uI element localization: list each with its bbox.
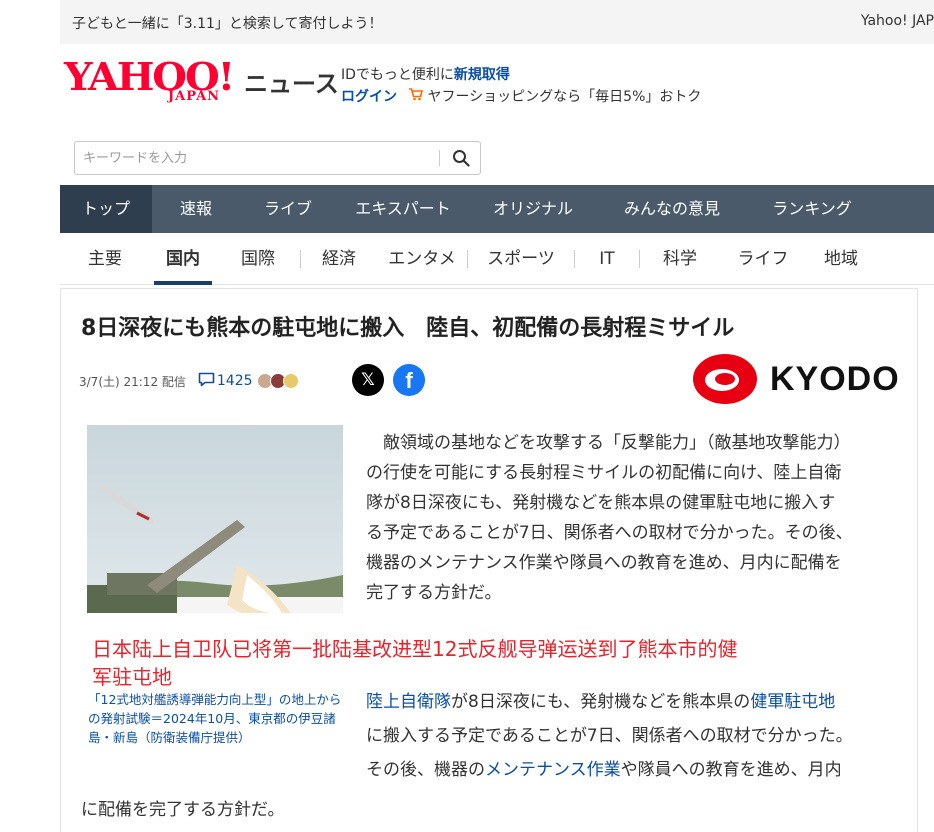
publish-date: 3/7(土) 21:12 配信 [79,374,186,389]
promo-bar: 子どもと一緒に「3.11」と検索して寄付しよう！ Yahoo! JAP [60,0,934,44]
body-line: に配備を完了する方針だ。 [81,800,285,820]
yahoo-japan-logo[interactable]: YAHOO! JAPAN [64,58,244,110]
keyword-link-jgsdf[interactable]: 陸上自衛隊 [366,692,451,712]
cart-icon [409,86,424,108]
body-text-span: その後、機器の [366,760,485,780]
publisher-name: KYODO [770,360,900,398]
article-meta: 3/7(土) 21:12 配信 1425 [79,370,299,392]
nav-live[interactable]: ライブ [240,185,336,233]
kyodo-mark-icon [693,354,757,404]
nav-original[interactable]: オリジナル [470,185,596,233]
body-text-span: が8日深夜にも、発射機などを熊本県の [451,692,751,712]
body-line: 敵領域の基地などを攻撃する「反撃能力」（敵基地攻撃能力） [366,433,851,453]
body-text-span: や隊員への教育を進め、月内 [620,760,842,780]
body-line: 隊が8日深夜にも、発射機などを熊本県の健軍駐屯地に搬入す [366,493,836,513]
comment-count[interactable]: 1425 [217,373,253,389]
promo-link[interactable]: 子どもと一緒に「3.11」と検索して寄付しよう！ [72,13,382,33]
nav-top[interactable]: トップ [60,185,152,233]
search-button[interactable] [441,142,481,174]
comment-icon[interactable] [198,372,215,390]
body-line: に搬入する予定であることが7日、関係者への取材で分かった。 [366,726,853,746]
nav-opinions[interactable]: みんなの意見 [596,185,748,233]
body-line: 機器のメンテナンス作業や隊員への教育を進め、月内に配備を [366,553,842,573]
article-headline: 8日深夜にも熊本の駐屯地に搬入 陸自、初配備の長射程ミサイル [81,316,735,341]
search-input[interactable] [75,142,435,174]
commenter-avatars [256,373,299,389]
publisher-logo[interactable]: KYODO [692,352,902,406]
logo-japan-text: JAPAN [168,89,221,104]
category-tab-main[interactable]: 主要 [60,233,150,285]
main-nav: トップ 速報 ライブ エキスパート オリジナル みんなの意見 ランキング [60,185,934,233]
keyword-link-kengun[interactable]: 健軍駐屯地 [750,692,835,712]
header-account-links: IDでもっと便利に新規取得 ログイン ヤフーショッピングなら「毎日5%」おトク [341,64,701,108]
category-tab-science[interactable]: 科学 [640,233,720,285]
category-tab-sports[interactable]: スポーツ [468,233,574,285]
category-nav: 主要 国内 国際 経済 エンタメ スポーツ IT 科学 ライフ 地域 [60,233,934,285]
yahoo-japan-link[interactable]: Yahoo! JAP [861,13,934,29]
category-tab-domestic[interactable]: 国内 [150,233,216,285]
nav-breaking[interactable]: 速報 [152,185,240,233]
register-link[interactable]: 新規取得 [454,67,510,83]
article-body-paragraph-2: 陸上自衛隊が8日深夜にも、発射機などを熊本県の健軍駐屯地 に搬入する予定であるこ… [366,685,911,787]
shopping-link[interactable]: ヤフーショッピングなら「毎日5%」おトク [427,89,701,105]
share-x-button[interactable]: 𝕏 [352,364,384,396]
nav-expert[interactable]: エキスパート [336,185,470,233]
body-line: 完了する方針だ。 [366,583,502,603]
search-box [74,141,481,175]
article-body-paragraph-1: 敵領域の基地などを攻撃する「反撃能力」（敵基地攻撃能力） の行使を可能にする長射… [366,428,906,608]
keyword-link-maintenance[interactable]: メンテナンス作業 [485,760,621,780]
photo-caption: 「12式地対艦誘導弾能力向上型」の地上からの発射試験＝2024年10月、東京都の… [88,692,342,745]
overlay-line: 日本陆上自卫队已将第一批陆基改进型12式反舰导弹运送到了熊本市的健 [92,637,738,661]
login-link[interactable]: ログイン [341,89,397,105]
body-line: の行使を可能にする長射程ミサイルの初配備に向け、陸上自衛 [366,463,842,483]
category-tab-life[interactable]: ライフ [720,233,806,285]
category-tab-world[interactable]: 国際 [216,233,300,285]
avatar [282,373,299,389]
search-icon [453,150,470,167]
share-facebook-button[interactable]: f [393,364,425,396]
nav-ranking[interactable]: ランキング [748,185,876,233]
category-tab-local[interactable]: 地域 [806,233,876,285]
category-tab-it[interactable]: IT [575,233,639,285]
news-logo-text[interactable]: ニュース [244,64,339,99]
search-divider [439,150,440,166]
body-line: る予定であることが7日、関係者への取材で分かった。その後、 [366,523,853,543]
category-tab-entertainment[interactable]: エンタメ [377,233,467,285]
x-icon: 𝕏 [361,370,375,390]
id-benefit-text: IDでもっと便利に [341,67,454,83]
category-tab-economy[interactable]: 経済 [301,233,377,285]
facebook-icon: f [405,368,413,393]
overlay-translation-caption: 日本陆上自卫队已将第一批陆基改进型12式反舰导弹运送到了熊本市的健 军驻屯地 [92,635,882,691]
